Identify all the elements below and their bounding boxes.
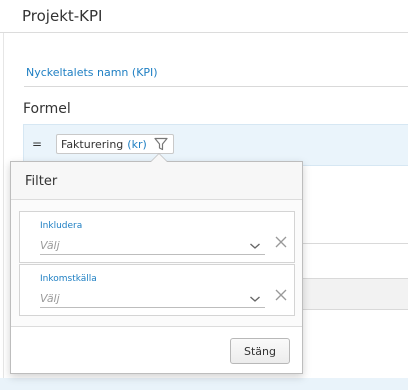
select-placeholder: Välj: [40, 239, 60, 252]
popover-body: Inkludera Välj Inkomstkälla Välj: [11, 200, 302, 326]
background-divider: [300, 243, 408, 244]
popover-footer: Stäng: [11, 326, 302, 373]
page-left-border: [3, 30, 4, 380]
popover-title: Filter: [25, 174, 58, 189]
filter-row-inkomstkalla: Inkomstkälla Välj: [19, 264, 295, 316]
formula-editor[interactable]: = Fakturering (kr): [23, 124, 408, 166]
dialog-header: Projekt-KPI: [0, 0, 408, 33]
background-footer: [300, 278, 408, 310]
kpi-name-field[interactable]: Nyckeltalets namn (KPI): [26, 66, 158, 79]
filter-label: Inkludera: [40, 221, 83, 231]
chevron-down-icon: [250, 296, 260, 302]
select-placeholder: Välj: [40, 292, 60, 305]
filter-select[interactable]: Välj: [40, 290, 265, 308]
popover-header: Filter: [11, 162, 302, 200]
chevron-down-icon: [250, 243, 260, 249]
page-title: Projekt-KPI: [22, 7, 103, 25]
close-icon[interactable]: [274, 288, 288, 302]
kpi-name-underline: [24, 86, 408, 87]
formula-term-chip[interactable]: Fakturering (kr): [56, 134, 174, 154]
bottom-band: [0, 378, 408, 390]
filter-popover: Filter Inkludera Välj Inkomstkälla Välj: [10, 153, 303, 374]
formula-label: Formel: [23, 101, 71, 117]
formula-operator: =: [32, 137, 43, 151]
popover-arrow-inner: [151, 154, 167, 162]
close-icon[interactable]: [274, 235, 288, 249]
filter-row-inkludera: Inkludera Välj: [19, 211, 295, 263]
close-button[interactable]: Stäng: [230, 338, 290, 364]
filter-select[interactable]: Välj: [40, 237, 265, 255]
chip-unit: (kr): [127, 137, 147, 151]
chip-name: Fakturering: [61, 137, 124, 151]
filter-icon[interactable]: [153, 136, 169, 152]
filter-label: Inkomstkälla: [40, 274, 97, 284]
